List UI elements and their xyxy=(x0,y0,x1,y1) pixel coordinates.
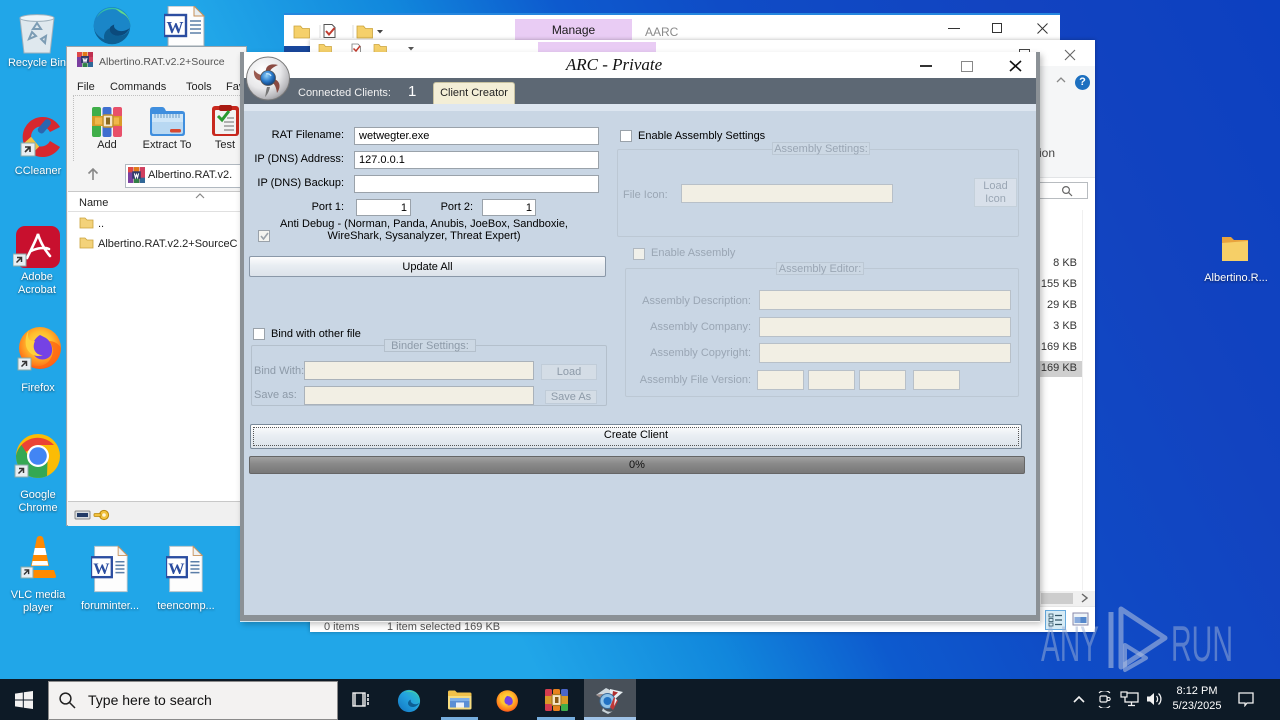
svg-text:W: W xyxy=(93,559,110,578)
svg-text:W: W xyxy=(168,559,185,578)
svg-text:ANY: ANY xyxy=(1041,616,1099,672)
svg-text:RUN: RUN xyxy=(1171,616,1233,672)
svg-text:W: W xyxy=(167,18,184,37)
